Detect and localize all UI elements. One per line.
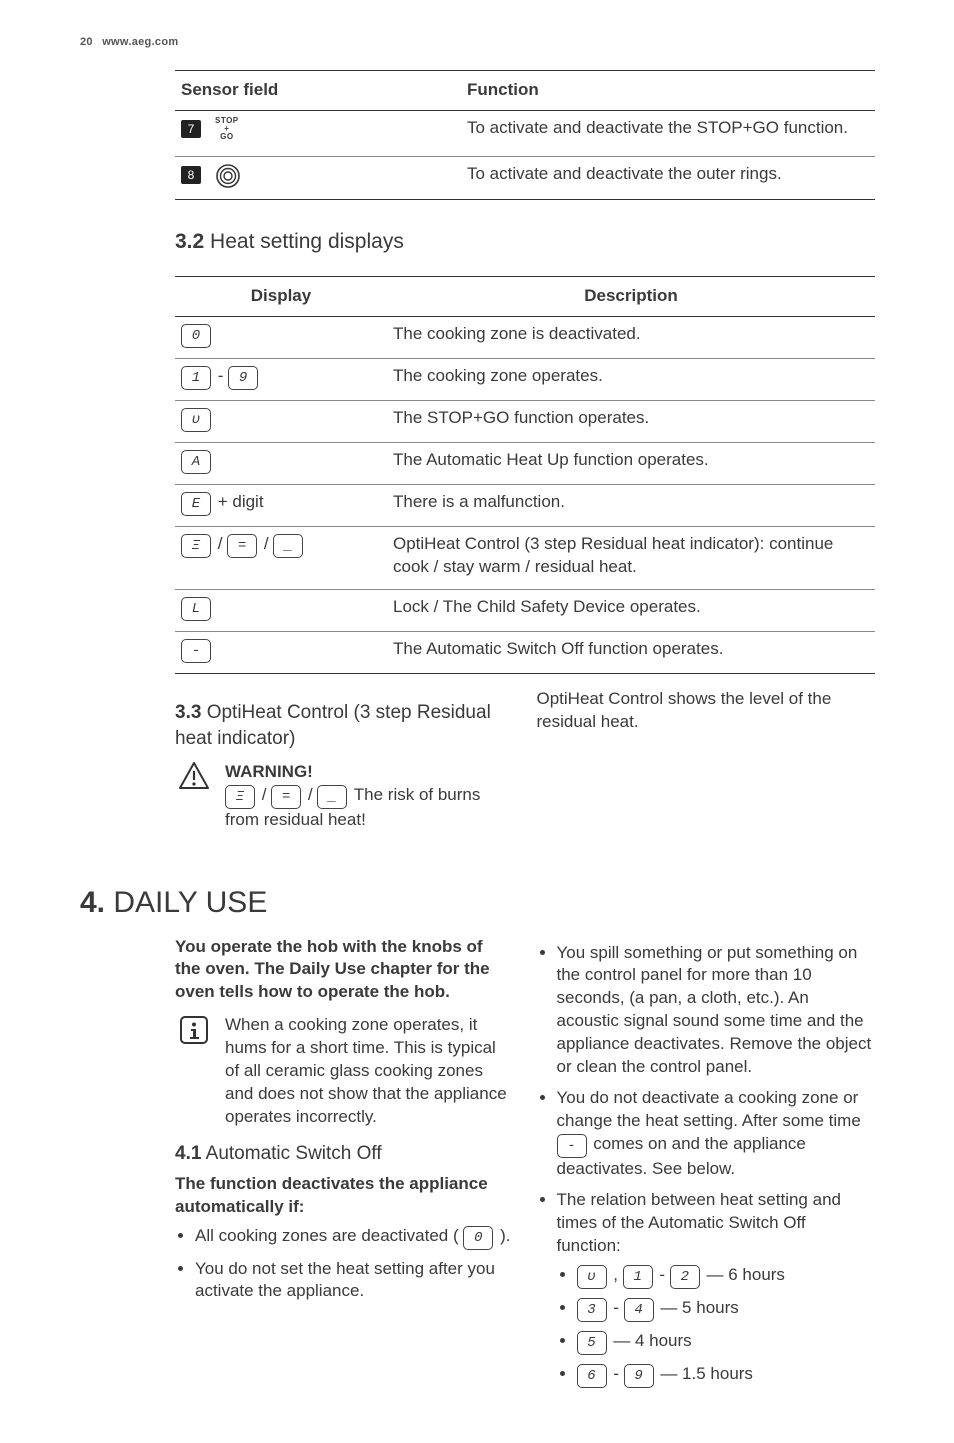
display-segment-icon: A (181, 450, 211, 474)
display-description: OptiHeat Control (3 step Residual heat i… (387, 527, 875, 590)
warning-title: WARNING! (225, 761, 513, 784)
list-item: All cooking zones are deactivated ( 0 ). (195, 1225, 513, 1250)
display-symbol-cell: A (175, 443, 387, 485)
display-segment-icon: 1 (623, 1265, 653, 1289)
display-segment-icon: 9 (228, 366, 258, 390)
sensor-field-table: Sensor field Function 7 STOP+GO To activat… (175, 70, 875, 200)
list-item: You do not set the heat setting after yo… (195, 1258, 513, 1304)
display-description: There is a malfunction. (387, 485, 875, 527)
section-4-1-heading: 4.1 Automatic Switch Off (175, 1141, 513, 1167)
list-item: You do not deactivate a cooking zone or … (557, 1087, 875, 1181)
display-segment-icon: - (557, 1134, 587, 1158)
display-segment-icon: 0 (463, 1226, 493, 1250)
display-segment-icon: 4 (624, 1298, 654, 1322)
section-4-1-right-list: You spill something or put something on … (537, 942, 875, 1388)
display-symbol-cell: Ξ / = / _ (175, 527, 387, 590)
list-item: 5 — 4 hours (577, 1330, 875, 1355)
table-row: υ The STOP+GO function operates. (175, 401, 875, 443)
display-col1-header: Display (175, 277, 387, 317)
sensor-description: To activate and deactivate the STOP+GO f… (461, 110, 875, 156)
section-3-3-right-text: OptiHeat Control shows the level of the … (537, 688, 875, 838)
display-symbol-cell: - (175, 631, 387, 673)
display-segment-icon: 0 (181, 324, 211, 348)
display-segment-icon: _ (273, 534, 303, 558)
table-row: 1 - 9The cooking zone operates. (175, 359, 875, 401)
table-row: 0 The cooking zone is deactivated. (175, 317, 875, 359)
table-row: - The Automatic Switch Off function opera… (175, 631, 875, 673)
running-header: 20 www.aeg.com (80, 35, 874, 50)
row-number-badge: 8 (181, 166, 201, 184)
display-segment-icon: 9 (624, 1364, 654, 1388)
display-segment-icon: 2 (670, 1265, 700, 1289)
display-symbol-cell: 0 (175, 317, 387, 359)
warning-text: Ξ / = / _ The risk of burns from residua… (225, 784, 513, 832)
warning-icon (178, 761, 210, 791)
display-description: The STOP+GO function operates. (387, 401, 875, 443)
display-symbol-cell: E + digit (175, 485, 387, 527)
table-row: 7 STOP+GO To activate and deactivate the S… (175, 110, 875, 156)
list-item: 3 - 4 — 5 hours (577, 1297, 875, 1322)
display-segment-icon: = (271, 785, 301, 809)
warning-block: WARNING! Ξ / = / _ The risk of burns fro… (175, 761, 513, 832)
section-3-3-heading: 3.3 OptiHeat Control (3 step Residual he… (175, 700, 513, 751)
stop-go-icon: STOP+GO (215, 117, 239, 141)
display-symbol-cell: L (175, 589, 387, 631)
display-segment-icon: υ (181, 408, 211, 432)
sensor-col1-header: Sensor field (175, 70, 461, 110)
sub-list: υ , 1 - 2 — 6 hours 3 - 4 — 5 hours 5 — 4 … (557, 1264, 875, 1388)
outer-ring-icon (215, 163, 241, 189)
display-description: Lock / The Child Safety Device operates. (387, 589, 875, 631)
list-item: The relation between heat setting and ti… (557, 1189, 875, 1388)
site-url: www.aeg.com (102, 36, 178, 48)
sensor-description: To activate and deactivate the outer rin… (461, 156, 875, 199)
display-segment-icon: Ξ (181, 534, 211, 558)
display-segment-icon: υ (577, 1265, 607, 1289)
page-number: 20 (80, 36, 93, 48)
table-row: Ξ / = / _OptiHeat Control (3 step Residu… (175, 527, 875, 590)
display-segment-icon: - (181, 639, 211, 663)
display-segment-icon: 5 (577, 1331, 607, 1355)
chapter-4-intro: You operate the hob with the knobs of th… (175, 936, 513, 1005)
display-symbol-cell: 1 - 9 (175, 359, 387, 401)
row-number-badge: 7 (181, 120, 201, 138)
list-item: You spill something or put something on … (557, 942, 875, 1080)
info-block: When a cooking zone operates, it hums fo… (175, 1014, 513, 1129)
display-segment-icon: 1 (181, 366, 211, 390)
table-row: 8 To activate and deactivate the outer ri… (175, 156, 875, 199)
display-col2-header: Description (387, 277, 875, 317)
display-table: Display Description 0 The cooking zone is… (175, 276, 875, 674)
display-segment-icon: 3 (577, 1298, 607, 1322)
display-description: The Automatic Switch Off function operat… (387, 631, 875, 673)
chapter-4-heading: 4. DAILY USE (80, 883, 874, 924)
section-3-2-heading: 3.2 Heat setting displays (175, 228, 874, 256)
display-segment-icon: Ξ (225, 785, 255, 809)
list-item: 6 - 9 — 1.5 hours (577, 1363, 875, 1388)
display-description: The cooking zone operates. (387, 359, 875, 401)
info-text: When a cooking zone operates, it hums fo… (225, 1014, 513, 1129)
table-row: A The Automatic Heat Up function operates… (175, 443, 875, 485)
info-icon (178, 1014, 210, 1046)
display-segment-icon: = (227, 534, 257, 558)
section-4-1-lead: The function deactivates the appliance a… (175, 1173, 513, 1219)
display-segment-icon: _ (317, 785, 347, 809)
table-row: L Lock / The Child Safety Device operates… (175, 589, 875, 631)
display-segment-icon: L (181, 597, 211, 621)
table-row: E + digitThere is a malfunction. (175, 485, 875, 527)
section-4-1-left-list: All cooking zones are deactivated ( 0 ).… (175, 1225, 513, 1304)
display-description: The Automatic Heat Up function operates. (387, 443, 875, 485)
display-segment-icon: 6 (577, 1364, 607, 1388)
display-segment-icon: E (181, 492, 211, 516)
display-description: The cooking zone is deactivated. (387, 317, 875, 359)
sensor-col2-header: Function (461, 70, 875, 110)
list-item: υ , 1 - 2 — 6 hours (577, 1264, 875, 1289)
display-symbol-cell: υ (175, 401, 387, 443)
